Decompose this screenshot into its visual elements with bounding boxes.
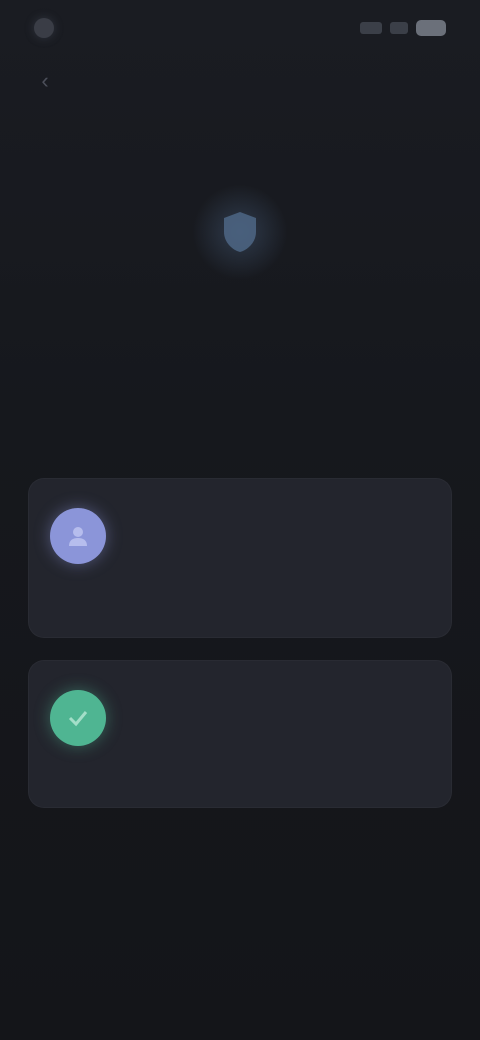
back-button[interactable]: ‹ — [30, 66, 60, 96]
option-card-first[interactable] — [28, 478, 452, 638]
onboarding-screen: ‹ — [0, 0, 480, 1040]
option-card-body — [126, 508, 428, 518]
option-card-second[interactable] — [28, 660, 452, 808]
hero-shield-icon — [192, 184, 288, 280]
signal-icon — [360, 22, 382, 34]
battery-icon — [416, 20, 446, 36]
status-bar — [0, 0, 480, 60]
wifi-icon — [390, 22, 408, 34]
person-icon — [50, 508, 106, 564]
back-arrow-icon: ‹ — [41, 68, 49, 93]
status-left — [34, 18, 62, 38]
option-card-body — [126, 690, 428, 700]
check-icon — [50, 690, 106, 746]
status-right — [360, 20, 446, 36]
app-indicator-icon — [34, 18, 54, 38]
